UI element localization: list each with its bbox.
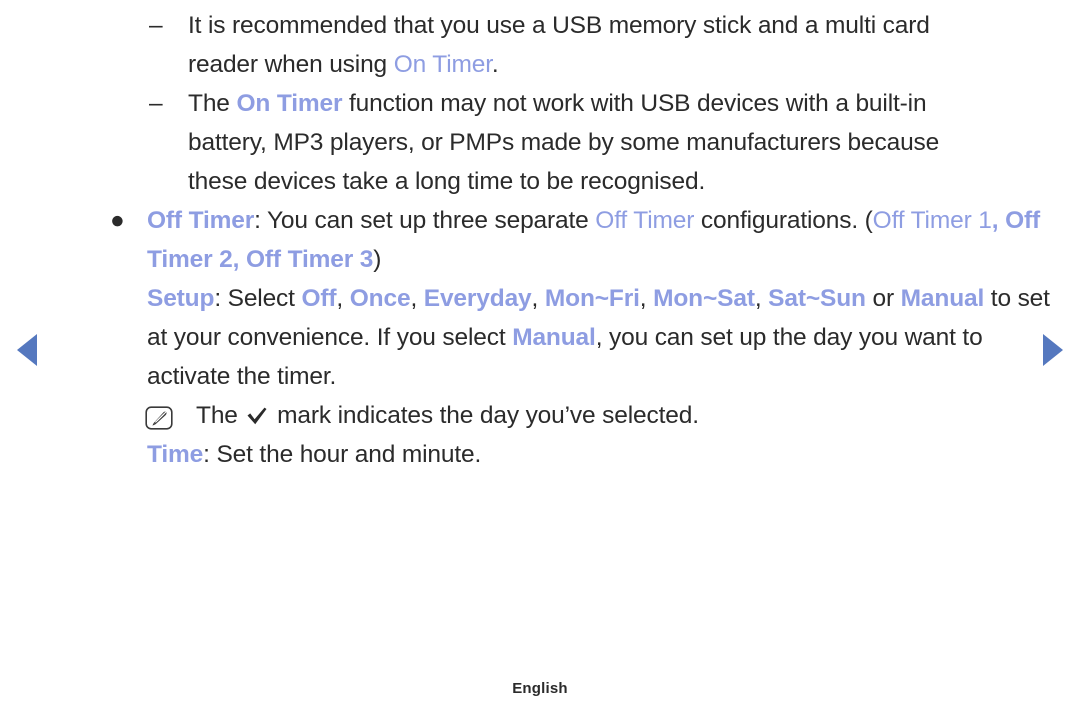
body-text-run: configurations. ( <box>694 207 873 234</box>
paragraph-item: Time: Set the hour and minute. <box>0 435 1080 474</box>
highlighted-term: Manual <box>900 285 985 312</box>
highlighted-term: Mon~Sat <box>653 285 755 312</box>
dash-marker: – <box>149 12 163 39</box>
highlighted-term: Time <box>147 441 204 468</box>
dash-list-item: – It is recommended that you use a USB me… <box>0 6 1080 84</box>
highlighted-term: Sat~Sun <box>768 285 866 312</box>
highlighted-term: Off <box>301 285 337 312</box>
paragraph-item: Setup: Select Off, Once, Everyday, Mon~F… <box>0 279 1080 396</box>
highlighted-term: , <box>232 246 246 273</box>
highlighted-term: On Timer <box>236 90 343 117</box>
highlighted-term: Once <box>349 285 411 312</box>
body-text-run: The <box>196 402 245 429</box>
checkmark-icon <box>244 402 270 429</box>
body-text-run: , <box>531 285 545 312</box>
dash-marker: – <box>149 90 163 117</box>
highlighted-term: Off Timer <box>595 207 695 234</box>
bullet-list-item: ● Off Timer: You can set up three separat… <box>0 201 1080 279</box>
highlighted-term: Off Timer <box>147 207 255 234</box>
manual-page: – It is recommended that you use a USB me… <box>0 0 1080 705</box>
body-text-run: mark indicates the day you’ve selected. <box>270 402 699 429</box>
note-pencil-icon <box>145 403 173 430</box>
page-content: – It is recommended that you use a USB me… <box>0 0 1080 474</box>
body-text-run: : Select <box>214 285 302 312</box>
body-text-run: It is recommended that you use a USB mem… <box>188 12 930 78</box>
body-text-run: ) <box>373 246 382 273</box>
highlighted-term: Manual <box>512 324 596 351</box>
highlighted-term: Everyday <box>423 285 532 312</box>
dash-list-item: – The On Timer function may not work with… <box>0 84 1080 201</box>
footer-language-label: English <box>512 680 568 697</box>
highlighted-term: Off Timer 3 <box>246 246 374 273</box>
body-text-run: : Set the hour and minute. <box>203 441 482 468</box>
body-text-run: or <box>865 285 901 312</box>
note-list-item: The mark indicates the day you’ve select… <box>0 396 1080 435</box>
body-text-run: The <box>188 90 237 117</box>
body-text-run: : You can set up three separate <box>254 207 596 234</box>
bullet-marker: ● <box>110 207 125 234</box>
body-text-run: . <box>491 51 499 78</box>
highlighted-term: Mon~Fri <box>544 285 640 312</box>
body-text-run: , <box>336 285 350 312</box>
highlighted-term: Off Timer 1 <box>872 207 992 234</box>
body-text-run: , <box>639 285 654 312</box>
body-text-run: , <box>754 285 769 312</box>
body-text-run: , <box>410 285 424 312</box>
highlighted-term: On Timer <box>393 51 492 78</box>
highlighted-term: Setup <box>147 285 215 312</box>
highlighted-term: , <box>991 207 1006 234</box>
